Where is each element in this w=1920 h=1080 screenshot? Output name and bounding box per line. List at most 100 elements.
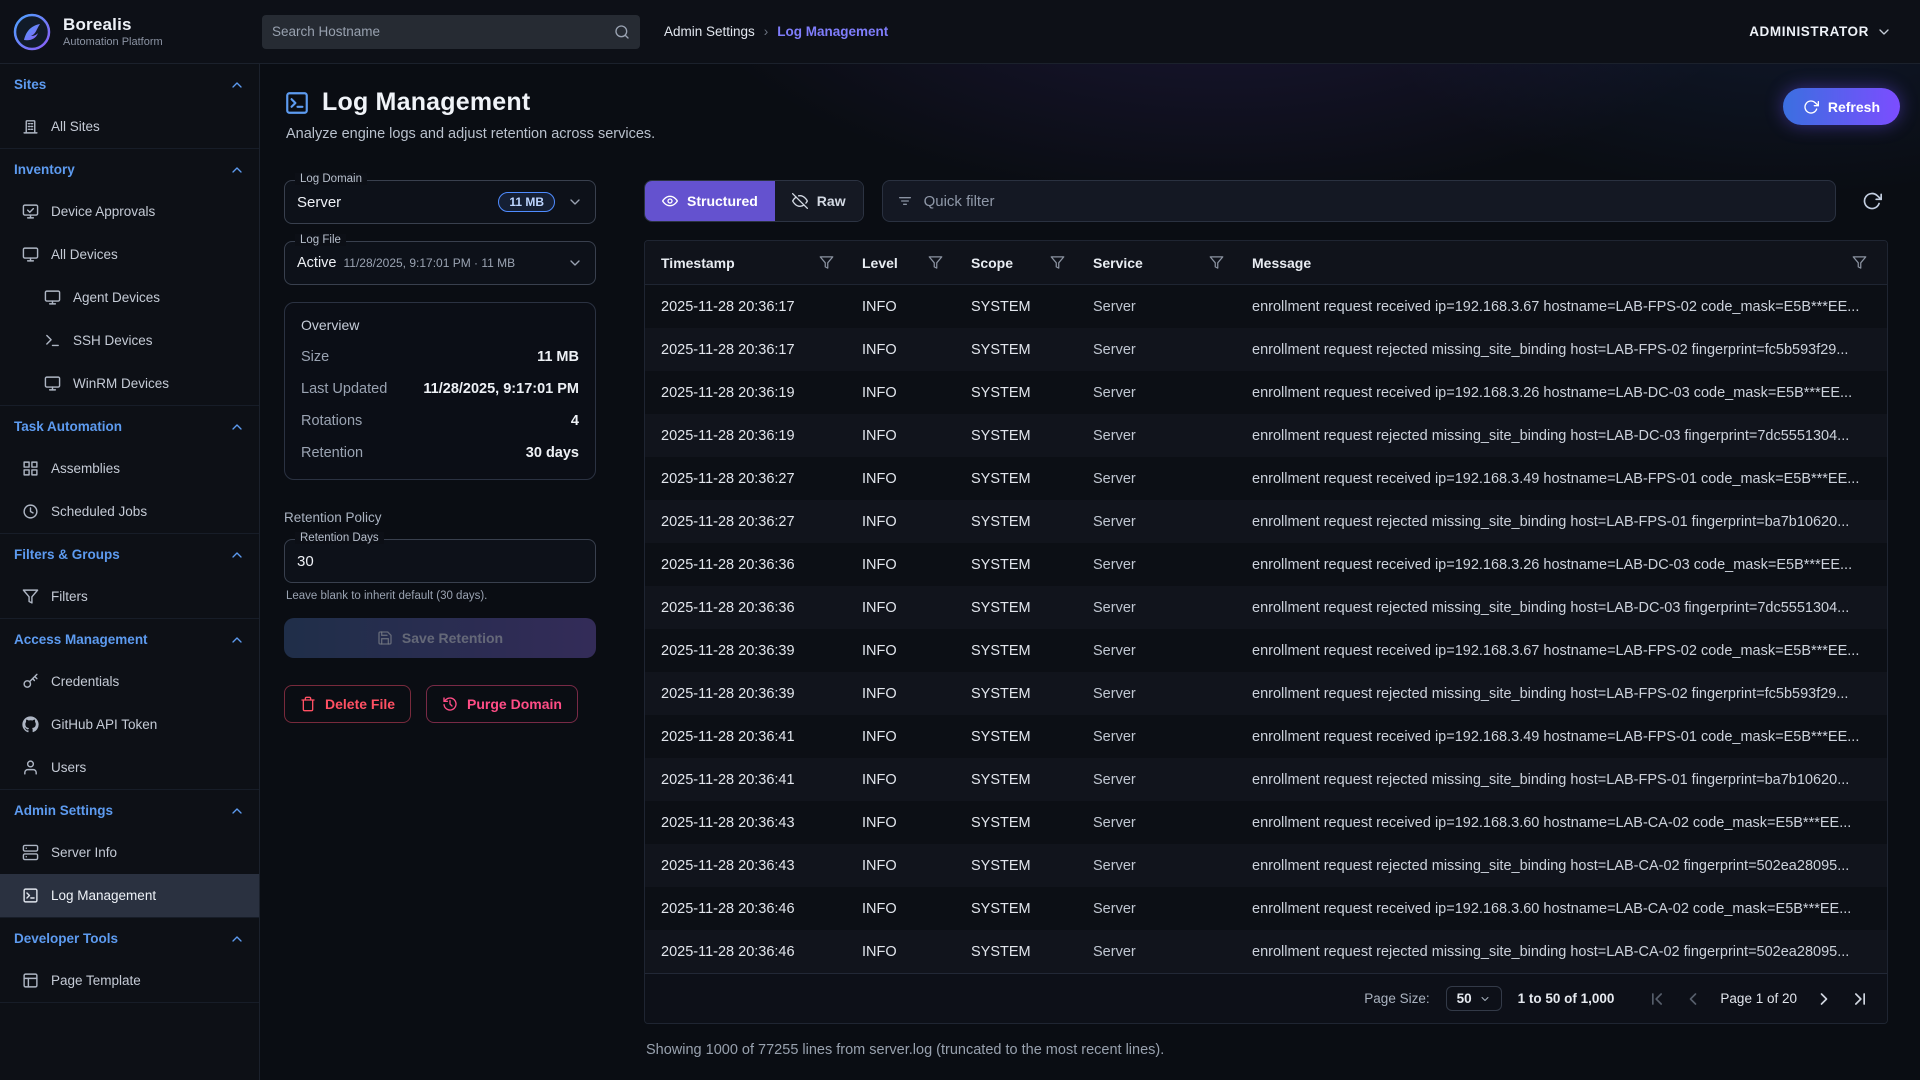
- previous-page-button[interactable]: [1680, 986, 1706, 1012]
- sidebar-section-header-sites[interactable]: Sites: [0, 64, 259, 105]
- table-row[interactable]: 2025-11-28 20:36:17INFOSYSTEMServerenrol…: [645, 285, 1887, 328]
- delete-file-button[interactable]: Delete File: [284, 685, 411, 723]
- chevron-up-icon: [229, 803, 245, 819]
- retention-days-input[interactable]: [297, 553, 583, 570]
- filter-icon: [819, 255, 834, 270]
- sidebar-item-winrm-devices[interactable]: WinRM Devices: [0, 362, 259, 405]
- sidebar-item-log-management[interactable]: Log Management: [0, 874, 259, 917]
- cell-timestamp: 2025-11-28 20:36:36: [661, 600, 862, 616]
- log-file-select[interactable]: Log File Active 11/28/2025, 9:17:01 PM ·…: [284, 241, 596, 285]
- cell-service: Server: [1093, 600, 1252, 616]
- sidebar-section-header-filters-groups[interactable]: Filters & Groups: [0, 534, 259, 575]
- page-header: Log Management Analyze engine logs and a…: [260, 64, 1920, 142]
- sidebar-section-header-inventory[interactable]: Inventory: [0, 149, 259, 190]
- brand-text: Borealis Automation Platform: [63, 15, 163, 48]
- table-row[interactable]: 2025-11-28 20:36:27INFOSYSTEMServerenrol…: [645, 457, 1887, 500]
- log-domain-select[interactable]: Log Domain Server 11 MB: [284, 180, 596, 224]
- table-row[interactable]: 2025-11-28 20:36:39INFOSYSTEMServerenrol…: [645, 629, 1887, 672]
- sidebar-section-header-developer-tools[interactable]: Developer Tools: [0, 918, 259, 959]
- log-domain-size-badge: 11 MB: [498, 192, 555, 212]
- filter-list-icon: [897, 193, 913, 209]
- sidebar-item-users[interactable]: Users: [0, 746, 259, 789]
- cell-scope: SYSTEM: [971, 471, 1093, 487]
- table-row[interactable]: 2025-11-28 20:36:43INFOSYSTEMServerenrol…: [645, 844, 1887, 887]
- sidebar-item-github-api-token[interactable]: GitHub API Token: [0, 703, 259, 746]
- cell-message: enrollment request rejected missing_site…: [1252, 514, 1871, 530]
- table-row[interactable]: 2025-11-28 20:36:46INFOSYSTEMServerenrol…: [645, 930, 1887, 973]
- key-icon: [22, 673, 39, 690]
- table-refresh-button[interactable]: [1856, 185, 1888, 217]
- sidebar-section-header-access-management[interactable]: Access Management: [0, 619, 259, 660]
- last-page-button[interactable]: [1847, 986, 1873, 1012]
- cell-level: INFO: [862, 557, 971, 573]
- structured-view-button[interactable]: Structured: [645, 181, 775, 221]
- table-row[interactable]: 2025-11-28 20:36:41INFOSYSTEMServerenrol…: [645, 715, 1887, 758]
- sidebar-item-ssh-devices[interactable]: SSH Devices: [0, 319, 259, 362]
- sidebar-item-label: Users: [51, 760, 86, 775]
- refresh-button[interactable]: Refresh: [1783, 88, 1900, 125]
- cell-scope: SYSTEM: [971, 772, 1093, 788]
- raw-view-button[interactable]: Raw: [775, 181, 863, 221]
- sidebar-item-scheduled-jobs[interactable]: Scheduled Jobs: [0, 490, 259, 533]
- table-row[interactable]: 2025-11-28 20:36:46INFOSYSTEMServerenrol…: [645, 887, 1887, 930]
- first-page-icon: [1647, 989, 1667, 1009]
- raw-label: Raw: [817, 193, 846, 209]
- next-page-button[interactable]: [1811, 986, 1837, 1012]
- column-header-service[interactable]: Service: [1093, 241, 1252, 284]
- search-input[interactable]: [272, 24, 614, 39]
- sidebar-item-assemblies[interactable]: Assemblies: [0, 447, 259, 490]
- sidebar-item-page-template[interactable]: Page Template: [0, 959, 259, 1002]
- first-page-button[interactable]: [1644, 986, 1670, 1012]
- table-row[interactable]: 2025-11-28 20:36:43INFOSYSTEMServerenrol…: [645, 801, 1887, 844]
- cell-scope: SYSTEM: [971, 557, 1093, 573]
- cell-scope: SYSTEM: [971, 385, 1093, 401]
- user-menu[interactable]: ADMINISTRATOR: [1749, 24, 1892, 40]
- sidebar-section-header-task-automation[interactable]: Task Automation: [0, 406, 259, 447]
- overview-row: Retention30 days: [301, 437, 579, 469]
- page-size-select[interactable]: 50: [1446, 986, 1502, 1011]
- save-retention-button[interactable]: Save Retention: [284, 618, 596, 658]
- topbar: Borealis Automation Platform Admin Setti…: [0, 0, 1920, 64]
- table-row[interactable]: 2025-11-28 20:36:41INFOSYSTEMServerenrol…: [645, 758, 1887, 801]
- monitor-icon: [44, 375, 61, 392]
- column-header-scope[interactable]: Scope: [971, 241, 1093, 284]
- cell-level: INFO: [862, 686, 971, 702]
- cell-timestamp: 2025-11-28 20:36:19: [661, 428, 862, 444]
- cell-message: enrollment request received ip=192.168.3…: [1252, 901, 1871, 917]
- sidebar-item-agent-devices[interactable]: Agent Devices: [0, 276, 259, 319]
- sidebar-item-device-approvals[interactable]: Device Approvals: [0, 190, 259, 233]
- breadcrumb-parent[interactable]: Admin Settings: [664, 24, 755, 39]
- column-header-level[interactable]: Level: [862, 241, 971, 284]
- sidebar-section-header-admin-settings[interactable]: Admin Settings: [0, 790, 259, 831]
- sidebar-item-credentials[interactable]: Credentials: [0, 660, 259, 703]
- sidebar-item-all-sites[interactable]: All Sites: [0, 105, 259, 148]
- cell-service: Server: [1093, 471, 1252, 487]
- column-header-message[interactable]: Message: [1252, 241, 1871, 284]
- cell-message: enrollment request received ip=192.168.3…: [1252, 643, 1871, 659]
- sidebar-section-task-automation: Task AutomationAssembliesScheduled Jobs: [0, 406, 259, 534]
- purge-domain-button[interactable]: Purge Domain: [426, 685, 578, 723]
- github-icon: [22, 716, 39, 733]
- table-row[interactable]: 2025-11-28 20:36:36INFOSYSTEMServerenrol…: [645, 543, 1887, 586]
- table-row[interactable]: 2025-11-28 20:36:17INFOSYSTEMServerenrol…: [645, 328, 1887, 371]
- table-row[interactable]: 2025-11-28 20:36:19INFOSYSTEMServerenrol…: [645, 371, 1887, 414]
- table-row[interactable]: 2025-11-28 20:36:36INFOSYSTEMServerenrol…: [645, 586, 1887, 629]
- cell-timestamp: 2025-11-28 20:36:36: [661, 557, 862, 573]
- table-row[interactable]: 2025-11-28 20:36:39INFOSYSTEMServerenrol…: [645, 672, 1887, 715]
- last-page-icon: [1850, 989, 1870, 1009]
- cell-message: enrollment request received ip=192.168.3…: [1252, 471, 1871, 487]
- filter-icon: [1852, 255, 1867, 270]
- table-row[interactable]: 2025-11-28 20:36:27INFOSYSTEMServerenrol…: [645, 500, 1887, 543]
- sidebar-item-all-devices[interactable]: All Devices: [0, 233, 259, 276]
- borealis-logo-icon: [12, 12, 52, 52]
- sidebar-item-filters[interactable]: Filters: [0, 575, 259, 618]
- column-header-timestamp[interactable]: Timestamp: [661, 241, 862, 284]
- table-row[interactable]: 2025-11-28 20:36:19INFOSYSTEMServerenrol…: [645, 414, 1887, 457]
- log-controls: Structured Raw: [644, 180, 1888, 222]
- sidebar-item-label: All Devices: [51, 247, 118, 262]
- quick-filter-input[interactable]: [924, 193, 1821, 210]
- page-title-block: Log Management Analyze engine logs and a…: [284, 88, 655, 142]
- save-retention-label: Save Retention: [402, 630, 503, 646]
- refresh-icon: [1862, 191, 1882, 211]
- sidebar-item-server-info[interactable]: Server Info: [0, 831, 259, 874]
